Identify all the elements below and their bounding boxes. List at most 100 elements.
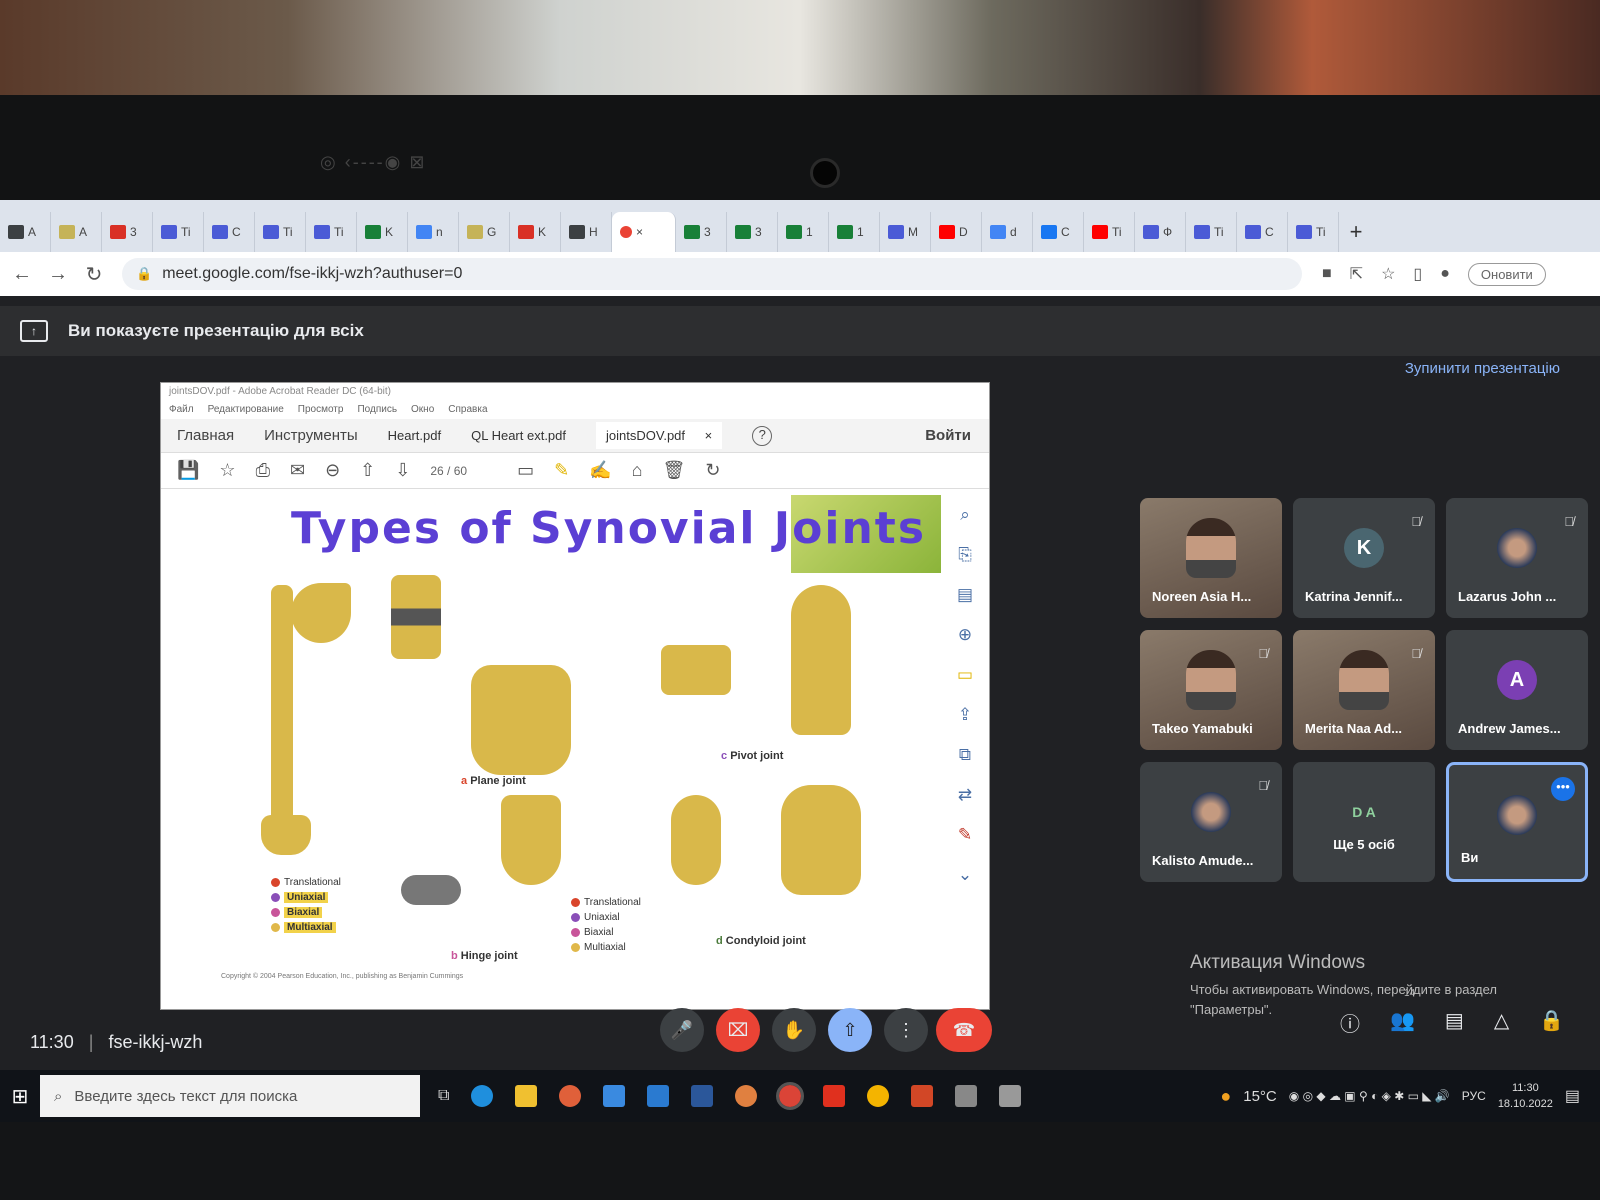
browser-tab[interactable]: A (0, 212, 51, 252)
page-up-icon[interactable]: ⇧ (360, 460, 375, 481)
share-icon[interactable]: ⇱ (1350, 264, 1363, 284)
language-indicator[interactable]: РУС (1462, 1089, 1486, 1103)
acrobat-menu-item[interactable]: Справка (448, 404, 487, 416)
app-icon-4[interactable] (999, 1085, 1022, 1107)
organize-icon[interactable]: ▤ (957, 585, 973, 605)
browser-tab[interactable]: 1 (778, 212, 829, 252)
browser-tab[interactable]: K (357, 212, 408, 252)
browser-tab[interactable]: Ti (1288, 212, 1339, 252)
rotate-icon[interactable]: ↻ (705, 460, 720, 481)
forward-icon[interactable]: → (40, 263, 76, 286)
doc-tab-joints[interactable]: jointsDOV.pdf × (596, 422, 723, 449)
help-icon[interactable]: ? (752, 425, 773, 446)
browser-tab[interactable]: A (51, 212, 102, 252)
browser-tab[interactable]: K (510, 212, 561, 252)
app-icon-3[interactable] (955, 1085, 978, 1107)
chrome-icon[interactable] (776, 1082, 805, 1110)
edge-icon[interactable] (471, 1085, 494, 1107)
browser-tab[interactable]: C (1237, 212, 1288, 252)
reload-icon[interactable]: ↻ (76, 262, 112, 287)
comment-icon[interactable]: ▭ (517, 460, 534, 481)
sign-icon[interactable]: ✍ (589, 460, 611, 481)
fill-sign-icon[interactable]: ✎ (958, 825, 972, 845)
tray-icons[interactable]: ◉ ◎ ◆ ☁ ▣ ⚲ ◐ ◈ ✱ ▭ ◣ 🔊 (1289, 1089, 1450, 1103)
stamp-icon[interactable]: ⌂ (632, 460, 643, 481)
browser-tab[interactable]: Ti (1186, 212, 1237, 252)
chrome-icon-2[interactable] (867, 1085, 890, 1107)
browser-tab[interactable]: C (1033, 212, 1084, 252)
browser-tab[interactable]: G (459, 212, 510, 252)
camera-icon[interactable]: ■ (1322, 265, 1332, 283)
chat-icon[interactable]: ▤ (1445, 1008, 1464, 1037)
browser-tab[interactable]: 3 (727, 212, 778, 252)
browser-tab[interactable]: C (204, 212, 255, 252)
weather-icon[interactable]: ● (1220, 1086, 1231, 1107)
microphone-button[interactable]: 🎤 (660, 1008, 704, 1052)
lock-icon[interactable]: 🔒 (136, 266, 152, 282)
acrobat-icon[interactable] (823, 1085, 846, 1107)
export-pdf-icon[interactable]: ⎘ (958, 545, 972, 565)
browser-tab[interactable]: M (880, 212, 931, 252)
camera-off-button[interactable]: ⌧ (716, 1008, 760, 1052)
browser-tab[interactable]: n (408, 212, 459, 252)
acrobat-menu-item[interactable]: Окно (411, 404, 434, 416)
present-button[interactable]: ⇧ (828, 1008, 872, 1052)
file-explorer-icon[interactable] (515, 1085, 538, 1107)
participant-tile[interactable]: 🎙̸ Takeo Yamabuki (1140, 630, 1282, 750)
back-icon[interactable]: ← (4, 263, 40, 286)
app-icon[interactable] (559, 1085, 582, 1107)
word-icon[interactable] (691, 1085, 714, 1107)
host-controls-icon[interactable]: 🔒 (1539, 1008, 1564, 1037)
store-icon[interactable] (603, 1085, 626, 1107)
tab-tools[interactable]: Инструменты (264, 427, 358, 444)
mail-icon[interactable]: ✉ (290, 460, 305, 481)
windows-start-icon[interactable]: ⊞ (0, 1084, 40, 1109)
participant-tile[interactable]: D A Ще 5 осіб (1293, 762, 1435, 882)
participant-tile[interactable]: A Andrew James... (1446, 630, 1588, 750)
doc-tab-ql-heart[interactable]: QL Heart ext.pdf (471, 428, 566, 443)
participant-tile[interactable]: Noreen Asia H... (1140, 498, 1282, 618)
participant-tile[interactable]: 🎙̸ Kalisto Amude... (1140, 762, 1282, 882)
compress-icon[interactable]: ⧉ (959, 745, 971, 765)
browser-tab[interactable]: D (931, 212, 982, 252)
leave-call-button[interactable]: ☎ (936, 1008, 992, 1052)
tab-home[interactable]: Главная (177, 427, 234, 444)
comment-panel-icon[interactable]: ▭ (957, 665, 973, 685)
participant-tile[interactable]: 🎙̸ Lazarus John ... (1446, 498, 1588, 618)
profile-icon[interactable]: ● (1440, 265, 1450, 283)
powerpoint-icon[interactable] (911, 1085, 934, 1107)
browser-tab[interactable]: Ti (1084, 212, 1135, 252)
acrobat-menu-item[interactable]: Просмотр (298, 404, 344, 416)
browser-tab[interactable]: Ti (306, 212, 357, 252)
notifications-icon[interactable]: ▤ (1565, 1086, 1580, 1106)
mail-app-icon[interactable] (647, 1085, 670, 1107)
browser-tab[interactable]: × (612, 212, 676, 252)
weather-temp[interactable]: 15°C (1243, 1088, 1277, 1105)
more-options-icon[interactable]: ••• (1551, 777, 1575, 801)
task-view-icon[interactable]: ⧉ (438, 1087, 449, 1105)
browser-tab[interactable]: 3 (102, 212, 153, 252)
address-bar[interactable]: 🔒 meet.google.com/fse-ikkj-wzh?authuser=… (122, 258, 1302, 290)
browser-tab[interactable]: Ti (255, 212, 306, 252)
new-tab-button[interactable]: + (1339, 212, 1373, 252)
browser-tab[interactable]: Ф (1135, 212, 1186, 252)
participant-tile[interactable]: K 🎙̸ Katrina Jennif... (1293, 498, 1435, 618)
participant-tile[interactable]: ••• Ви (1446, 762, 1588, 882)
star-icon[interactable]: ☆ (219, 460, 235, 481)
print-icon[interactable]: ⎙ (256, 460, 270, 481)
close-icon[interactable]: × (705, 428, 713, 443)
more-tools-icon[interactable]: ⌄ (958, 865, 972, 885)
page-down-icon[interactable]: ⇩ (395, 460, 410, 481)
browser-tab[interactable]: d (982, 212, 1033, 252)
app-icon-2[interactable] (735, 1085, 758, 1107)
doc-tab-heart[interactable]: Heart.pdf (388, 428, 441, 443)
raise-hand-button[interactable]: ✋ (772, 1008, 816, 1052)
browser-tab[interactable]: H (561, 212, 612, 252)
acrobat-menu-item[interactable]: Файл (169, 404, 194, 416)
sidebar-icon[interactable]: ▯ (1413, 264, 1422, 284)
browser-tab[interactable]: 3 (676, 212, 727, 252)
zoom-out-icon[interactable]: ⊖ (325, 460, 340, 481)
more-options-button[interactable]: ⋮ (884, 1008, 928, 1052)
highlight-icon[interactable]: ✎ (554, 460, 569, 481)
activities-icon[interactable]: △ (1494, 1008, 1509, 1037)
